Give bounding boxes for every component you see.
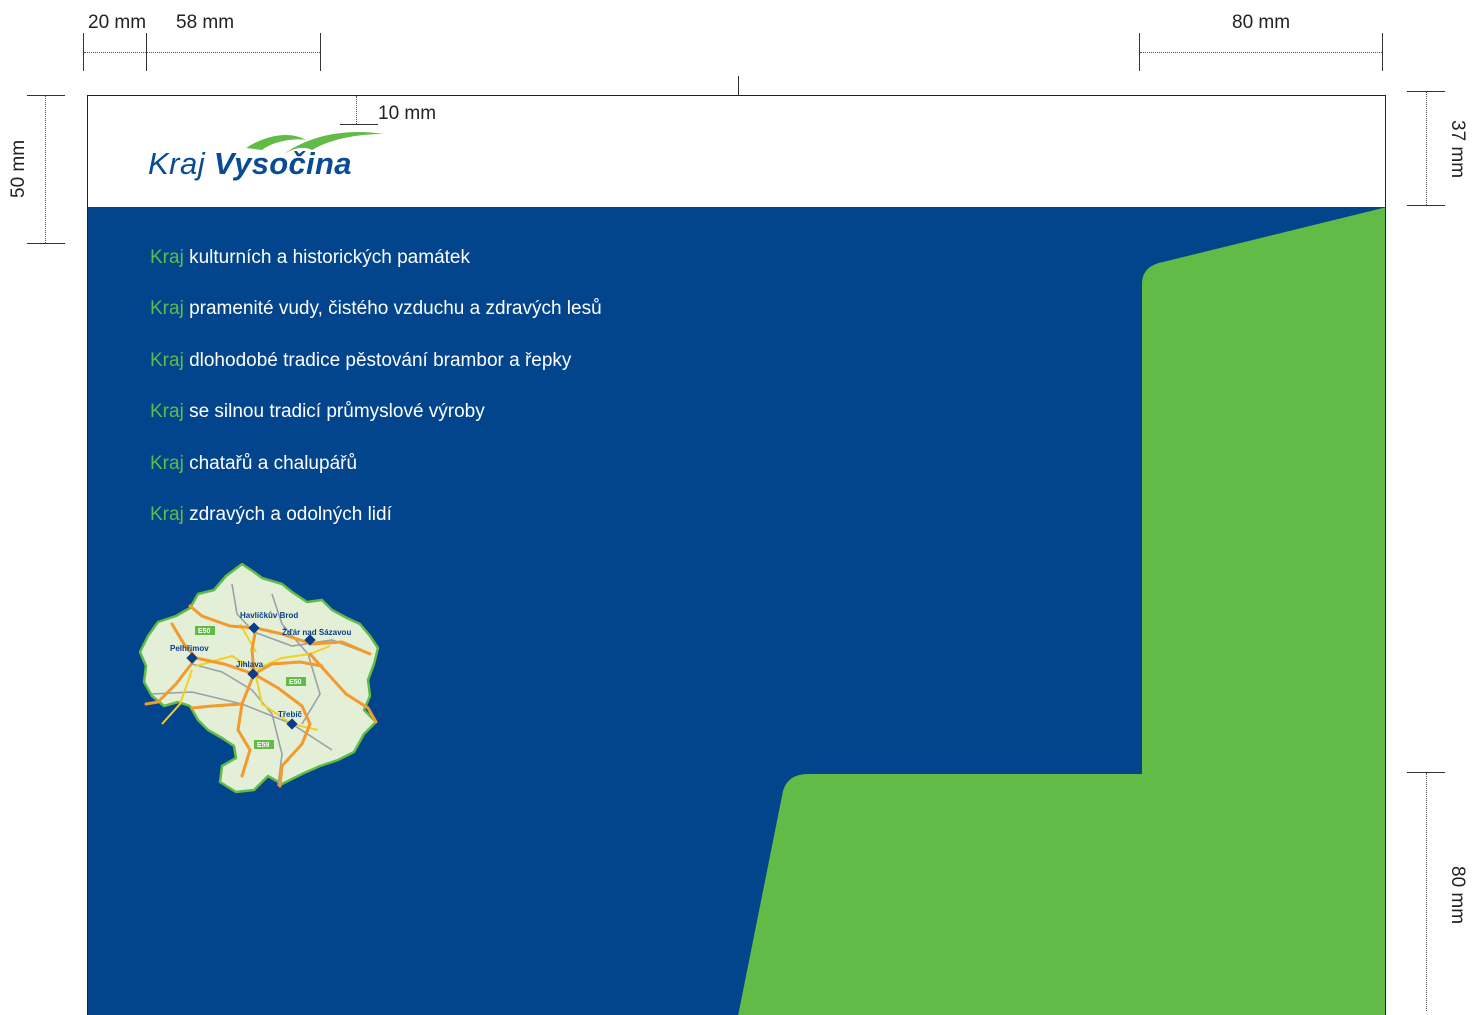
city-label-zdar: Žďár nad Sázavou [282, 628, 351, 637]
dim-label-top-left-margin: 20 mm [88, 12, 147, 33]
tagline-item: Kraj se silnou tradicí průmyslové výroby [150, 402, 485, 421]
dim-label-top-logo-width: 58 mm [176, 12, 235, 33]
dim-line [1426, 773, 1427, 1011]
tagline-text: pramenité vudy, čistého vzduchu a zdravý… [189, 298, 602, 319]
tagline-item: Kraj dlohodobé tradice pěstování brambor… [150, 351, 571, 370]
dim-line [84, 52, 146, 53]
dim-line [147, 52, 320, 53]
dim-label-top-right-flap: 80 mm [1232, 12, 1291, 33]
region-map: Havlíčkův Brod Žďár nad Sázavou Pelhřimo… [132, 554, 392, 794]
road-tag: E50 [195, 626, 215, 635]
dim-line [45, 96, 46, 243]
dim-tick [1407, 205, 1445, 206]
road-tag-label: E50 [198, 628, 211, 635]
city-label-jihlava: Jihlava [236, 660, 264, 669]
city-label-havlickuv-brod: Havlíčkův Brod [240, 611, 298, 620]
tagline-keyword: Kraj [150, 504, 184, 525]
dim-label-left-header: 50 mm [8, 139, 29, 198]
dim-label-right-flap: 80 mm [1447, 866, 1468, 925]
tagline-item: Kraj chatařů a chalupářů [150, 454, 357, 473]
road-tag: E59 [254, 740, 274, 749]
dim-line [1140, 52, 1382, 53]
tagline-item: Kraj pramenité vudy, čistého vzduchu a z… [150, 299, 602, 318]
dim-label-right-header: 37 mm [1447, 120, 1468, 179]
tagline-keyword: Kraj [150, 350, 184, 371]
tagline-text: se silnou tradicí průmyslové výroby [189, 401, 485, 422]
road-tag-label: E59 [257, 742, 270, 749]
dim-tick [27, 95, 65, 96]
road-tag-label: E50 [289, 679, 302, 686]
tagline-text: dlohodobé tradice pěstování brambor a ře… [189, 350, 572, 371]
tagline-keyword: Kraj [150, 401, 184, 422]
dim-line [1426, 92, 1427, 205]
tagline-text: kulturních a historických památek [189, 247, 470, 268]
tagline-keyword: Kraj [150, 247, 184, 268]
dim-tick [27, 243, 65, 244]
tagline-text: chatařů a chalupářů [189, 453, 358, 474]
tagline-keyword: Kraj [150, 298, 184, 319]
folder-sheet: 10 mm Kraj Vysočina Kraj kulturních a hi… [87, 95, 1386, 1015]
road-tag: E50 [286, 677, 306, 686]
city-label-trebic: Třebíč [278, 710, 303, 719]
tagline-item: Kraj kulturních a historických památek [150, 248, 470, 267]
dim-tick [320, 33, 321, 71]
tagline-keyword: Kraj [150, 453, 184, 474]
dim-tick [1382, 33, 1383, 71]
tagline-text: zdravých a odolných lidí [189, 504, 392, 525]
tagline-item: Kraj zdravých a odolných lidí [150, 505, 392, 524]
city-label-pelhrimov: Pelhřimov [170, 644, 209, 653]
